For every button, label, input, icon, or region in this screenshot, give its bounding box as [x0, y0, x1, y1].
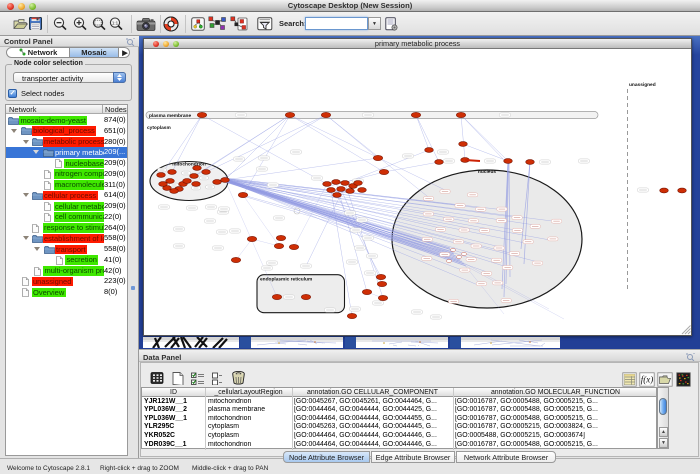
svg-text:1:1: 1:1	[112, 20, 119, 25]
svg-text:f(x): f(x)	[641, 375, 654, 385]
svg-text:mitochondrion: mitochondrion	[172, 162, 206, 168]
svg-text:cytoplasm: cytoplasm	[147, 125, 171, 131]
svg-text:nucleus: nucleus	[478, 169, 496, 175]
svg-text:plasma membrane: plasma membrane	[149, 113, 191, 119]
svg-text:endoplasmic reticulum: endoplasmic reticulum	[260, 277, 312, 283]
svg-text:unassigned: unassigned	[629, 82, 656, 88]
